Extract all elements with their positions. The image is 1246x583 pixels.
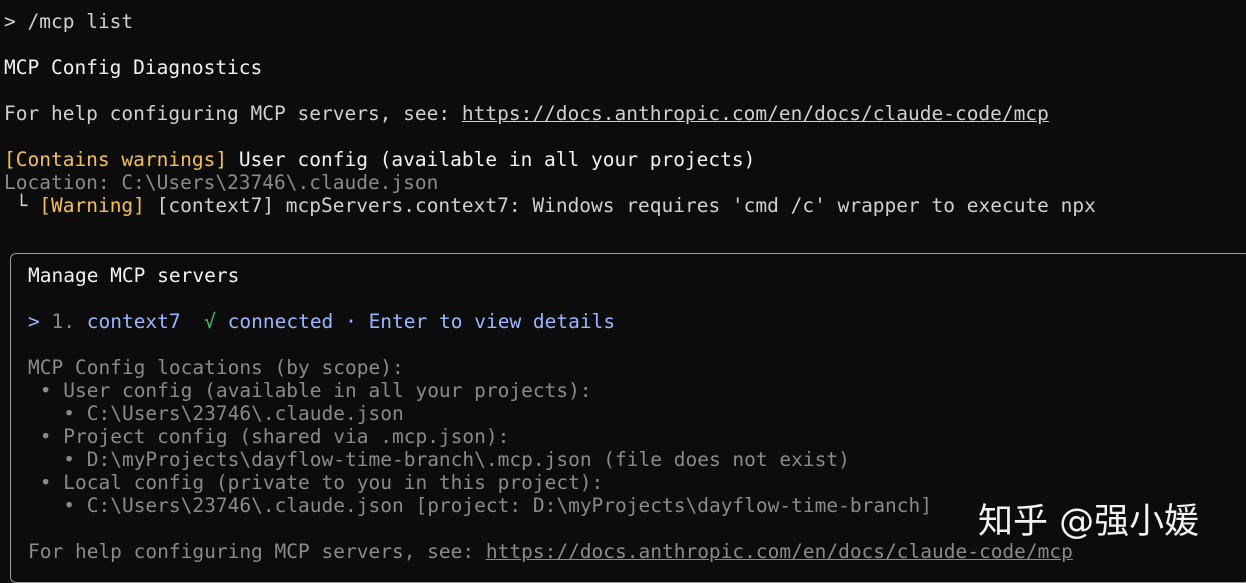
scope-path: D:\myProjects\dayflow-time-branch\.mcp.j… [86, 448, 850, 471]
user-config-location: Location: C:\Users\23746\.claude.json [4, 171, 439, 194]
scope-item-user: • User config (available in all your pro… [28, 379, 592, 402]
server-index: 1. [51, 310, 75, 333]
warning-label: [Warning] [39, 194, 145, 217]
diagnostics-title: MCP Config Diagnostics [4, 56, 263, 79]
bullet-icon: • [63, 494, 75, 517]
check-icon: √ [204, 310, 216, 333]
scope-label: Project config (shared via .mcp.json): [63, 425, 510, 448]
contains-warnings-tag: [Contains warnings] [4, 148, 228, 171]
manage-help-text: For help configuring MCP servers, see: [28, 540, 486, 563]
prompt-symbol: > [4, 10, 16, 33]
scope-label: Local config (private to you in this pro… [63, 471, 604, 494]
command-prompt-line: > /mcp list [4, 10, 133, 33]
config-locations-header: MCP Config locations (by scope): [28, 356, 404, 379]
selection-pointer-icon: > [28, 310, 40, 333]
scope-item-project: • Project config (shared via .mcp.json): [28, 425, 510, 448]
bullet-icon: • [39, 471, 52, 494]
bullet-icon: • [63, 402, 75, 425]
zhihu-watermark: 知乎 @强小媛 [978, 502, 1200, 542]
server-name: context7 [86, 310, 181, 333]
server-status: connected [227, 310, 334, 333]
scope-path-local: • C:\Users\23746\.claude.json [project: … [28, 494, 932, 517]
scope-path: C:\Users\23746\.claude.json [86, 402, 404, 425]
server-hint: Enter to view details [368, 310, 616, 333]
scope-path-user: • C:\Users\23746\.claude.json [28, 402, 404, 425]
separator-dot: · [345, 310, 357, 333]
scope-path: C:\Users\23746\.claude.json [project: D:… [86, 494, 933, 517]
diagnostics-help-link[interactable]: https://docs.anthropic.com/en/docs/claud… [462, 102, 1049, 125]
warning-line: └ [Warning] [context7] mcpServers.contex… [4, 194, 1096, 217]
bullet-icon: • [63, 448, 75, 471]
diagnostics-help-text: For help configuring MCP servers, see: [4, 102, 462, 125]
scope-item-local: • Local config (private to you in this p… [28, 471, 604, 494]
user-config-scope-desc: User config (available in all your proje… [238, 148, 756, 171]
scope-path-project: • D:\myProjects\dayflow-time-branch\.mcp… [28, 448, 850, 471]
scope-label: User config (available in all your proje… [63, 379, 592, 402]
warning-message: [context7] mcpServers.context7: Windows … [156, 194, 1096, 217]
command-text: /mcp list [27, 10, 134, 33]
bullet-icon: • [39, 425, 52, 448]
diagnostics-help-line: For help configuring MCP servers, see: h… [4, 102, 1049, 125]
terminal-window: > /mcp list MCP Config Diagnostics For h… [0, 0, 1246, 583]
bullet-icon: • [39, 379, 52, 402]
server-list-item-context7[interactable]: > 1. context7 √ connected · Enter to vie… [28, 310, 615, 333]
manage-panel-title: Manage MCP servers [28, 264, 240, 287]
user-config-status-line: [Contains warnings] User config (availab… [4, 148, 755, 171]
tree-branch-icon: └ [15, 194, 28, 217]
manage-help-line: For help configuring MCP servers, see: h… [28, 540, 1073, 563]
